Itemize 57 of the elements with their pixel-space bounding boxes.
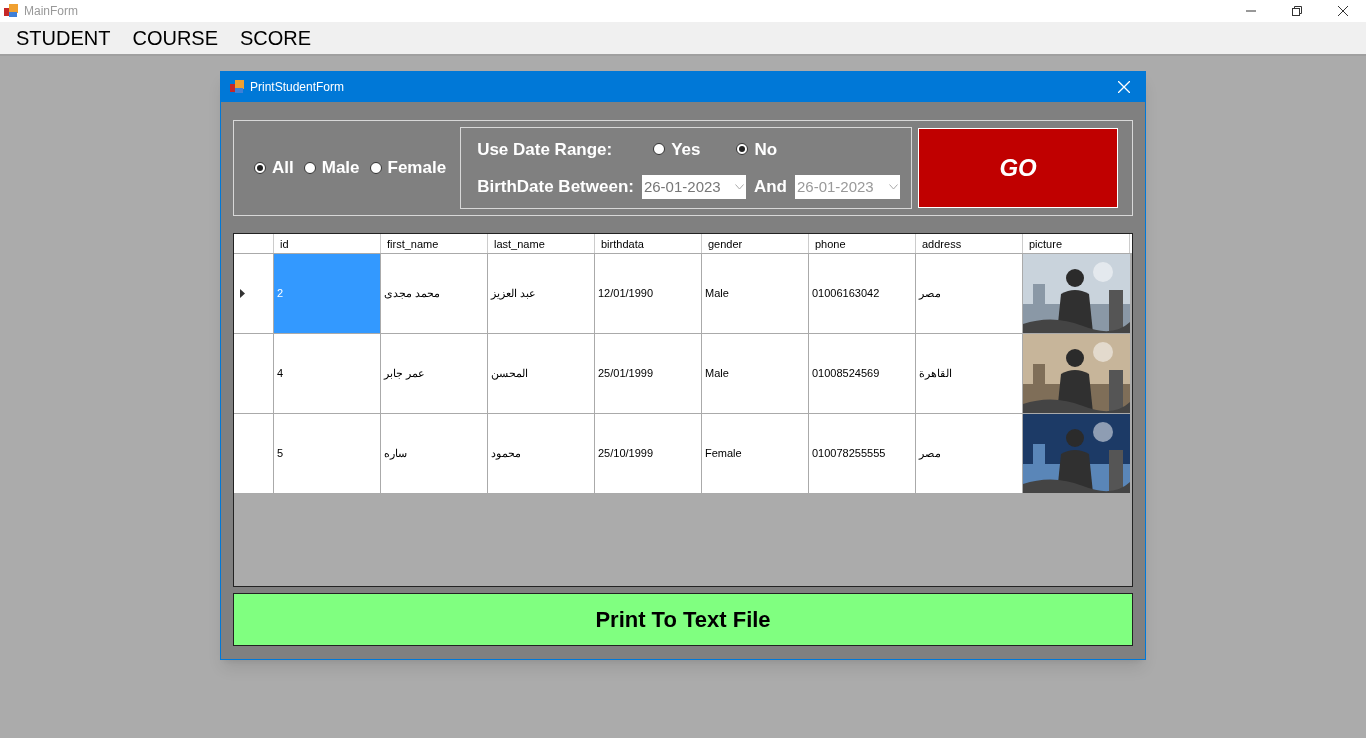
chevron-down-icon [734, 183, 744, 190]
table-cell: 010078255555 [809, 414, 916, 493]
close-icon [1118, 81, 1130, 93]
window-title: MainForm [24, 3, 78, 20]
table-cell: 2 [274, 254, 381, 333]
table-cell: 12/01/1990 [595, 254, 702, 333]
table-cell: القاهرة [916, 334, 1023, 413]
table-cell: Male [702, 254, 809, 333]
table-cell: 25/01/1999 [595, 334, 702, 413]
table-cell: 01006163042 [809, 254, 916, 333]
table-cell: مصر [916, 414, 1023, 493]
table-cell: 25/10/1999 [595, 414, 702, 493]
app-icon [230, 80, 244, 94]
radio-label[interactable]: Female [387, 155, 447, 181]
table-cell: 4 [274, 334, 381, 413]
table-cell: Female [702, 414, 809, 493]
birthdate-label: BirthDate Between: [477, 176, 634, 198]
table-cell: المحسن [488, 334, 595, 413]
table-cell: عبد العزيز [488, 254, 595, 333]
and-label: And [753, 176, 787, 198]
print-button[interactable]: Print To Text File [233, 593, 1133, 646]
table-cell: ساره [381, 414, 488, 493]
table-cell: محمود [488, 414, 595, 493]
radio-button[interactable] [254, 162, 266, 174]
column-header[interactable]: birthdata [595, 234, 702, 253]
radio-label[interactable]: Male [321, 155, 360, 181]
menu-item[interactable]: STUDENT [8, 23, 119, 53]
table-cell: 5 [274, 414, 381, 493]
column-header[interactable]: gender [702, 234, 809, 253]
dialog-title: PrintStudentForm [250, 79, 345, 96]
table-cell: 01008524569 [809, 334, 916, 413]
radio-button[interactable] [653, 143, 666, 156]
column-header[interactable]: address [916, 234, 1023, 253]
column-header[interactable]: first_name [381, 234, 488, 253]
column-header[interactable]: picture [1023, 234, 1130, 253]
table-cell: محمد مجدى [381, 254, 488, 333]
close-icon [1338, 6, 1348, 16]
restore-icon [1292, 6, 1302, 16]
go-button[interactable]: GO [918, 128, 1119, 208]
radio-button[interactable] [736, 143, 749, 156]
menu-item[interactable]: COURSE [124, 23, 227, 53]
radio-button[interactable] [369, 162, 382, 174]
date-range-label: Use Date Range: [477, 138, 614, 161]
column-header[interactable]: last_name [488, 234, 595, 253]
radio-label[interactable]: Yes [671, 136, 701, 162]
table-cell: عمر جابر [381, 334, 488, 413]
table-cell: Male [702, 334, 809, 413]
radio-label[interactable]: All [272, 155, 294, 181]
date-picker[interactable]: 26-01-2023 [641, 174, 746, 199]
chevron-down-icon [889, 183, 898, 190]
table-cell: مصر [916, 254, 1023, 333]
column-header[interactable]: phone [809, 234, 916, 253]
column-header[interactable]: id [274, 234, 381, 253]
radio-label[interactable]: No [754, 136, 778, 162]
menu-item[interactable]: SCORE [232, 23, 320, 53]
app-icon [4, 4, 18, 18]
radio-button[interactable] [303, 162, 316, 174]
